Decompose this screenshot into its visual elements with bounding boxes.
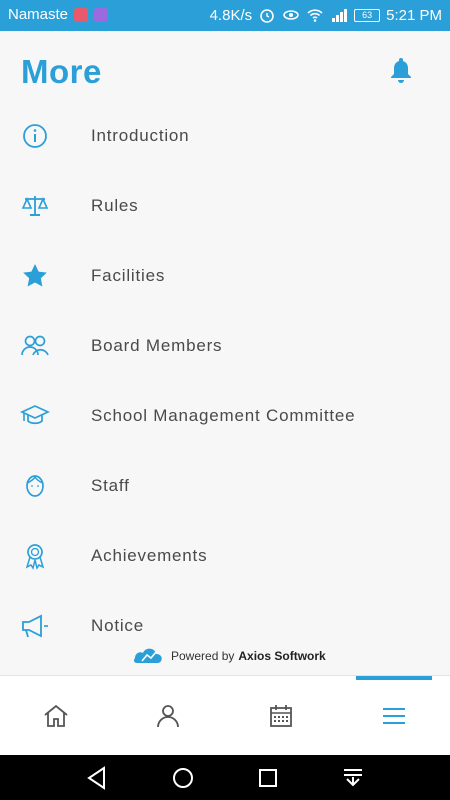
powered-by-brand: Axios Softwork xyxy=(238,649,326,663)
axios-logo xyxy=(133,648,162,663)
menu-item-label: Introduction xyxy=(91,126,190,145)
home-icon xyxy=(44,704,68,727)
powered-by-prefix: Powered by xyxy=(171,649,235,663)
home-button-icon[interactable] xyxy=(170,765,196,791)
notification-icon xyxy=(74,7,89,22)
eye-icon xyxy=(283,10,299,20)
menu-item-label: School Management Committee xyxy=(91,406,356,425)
page-title: More xyxy=(21,53,102,90)
network-speed: 4.8K/s xyxy=(209,6,253,24)
menu-item-rules[interactable]: Rules xyxy=(0,171,450,241)
carrier-name: Namaste xyxy=(8,6,69,23)
menu-item-staff[interactable]: Staff xyxy=(0,451,450,521)
award-ribbon-icon xyxy=(25,544,45,570)
status-bar: Namaste 4.8K/s 63 5:21 PM xyxy=(0,0,450,31)
wifi-icon xyxy=(307,9,323,22)
status-bar-right: 4.8K/s 63 5:21 PM xyxy=(210,6,442,24)
menu-item-label: Notice xyxy=(91,616,144,635)
battery-icon: 63 xyxy=(354,8,381,22)
menu-item-introduction[interactable]: Introduction xyxy=(0,101,450,171)
menu-item-label: Staff xyxy=(91,476,130,495)
back-icon[interactable] xyxy=(84,765,110,791)
notification-pulldown-icon[interactable] xyxy=(340,765,366,791)
menu-item-label: Facilities xyxy=(91,266,166,285)
signal-icon xyxy=(332,9,348,22)
person-face-icon xyxy=(26,475,44,497)
powered-by-footer: Powered by Axios Softwork xyxy=(133,643,326,669)
menu-item-board-members[interactable]: Board Members xyxy=(0,311,450,381)
nav-calendar[interactable] xyxy=(225,676,337,756)
system-navigation-bar xyxy=(0,755,450,800)
menu-item-achievements[interactable]: Achievements xyxy=(0,521,450,591)
menu-item-school-management-committee[interactable]: School Management Committee xyxy=(0,381,450,451)
star-icon xyxy=(23,264,47,287)
gallery-notification-icon xyxy=(94,7,109,22)
info-icon xyxy=(23,124,47,148)
menu-item-facilities[interactable]: Facilities xyxy=(0,241,450,311)
nav-home[interactable] xyxy=(0,676,112,756)
users-icon xyxy=(21,335,49,356)
megaphone-icon xyxy=(22,614,48,638)
recents-icon[interactable] xyxy=(255,765,281,791)
scales-icon xyxy=(21,196,49,216)
calendar-icon xyxy=(270,705,292,727)
menu-icon xyxy=(383,708,405,724)
nav-profile[interactable] xyxy=(112,676,224,756)
graduation-cap-icon xyxy=(20,405,50,425)
bell-icon[interactable] xyxy=(388,56,414,84)
menu-item-label: Achievements xyxy=(91,546,208,565)
menu-item-label: Board Members xyxy=(91,336,223,355)
status-bar-left: Namaste xyxy=(8,6,109,23)
alarm-icon xyxy=(260,9,274,23)
bottom-navigation xyxy=(0,675,450,755)
nav-more[interactable] xyxy=(338,676,450,756)
menu-item-label: Rules xyxy=(91,196,139,215)
profile-icon xyxy=(157,705,179,728)
clock: 5:21 PM xyxy=(386,6,442,24)
